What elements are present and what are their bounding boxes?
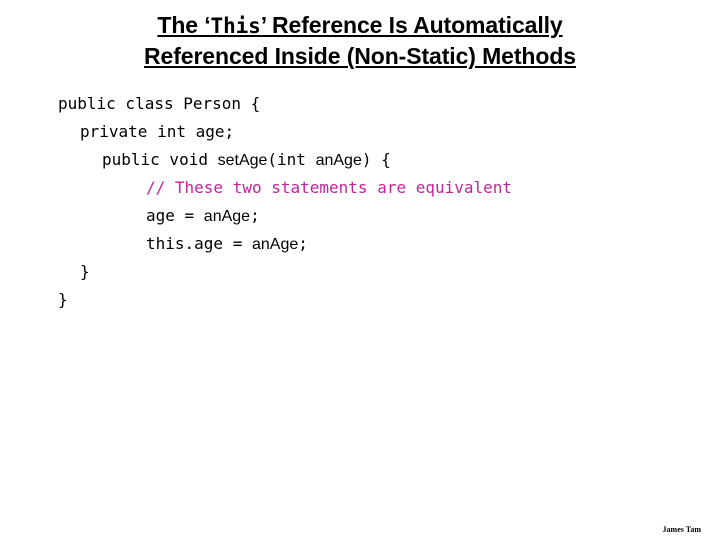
code-token: this.age = [146,234,252,253]
code-line: age = anAge; [58,202,678,230]
code-identifier: anAge [315,152,362,169]
code-token: public class Person { [58,94,261,113]
code-token: } [58,290,68,309]
code-line: } [58,258,678,286]
code-token: ; [298,234,308,253]
page-title-keyword-this: This [210,14,261,38]
page-title-line-1-suffix: ’ Reference Is Automatically [260,12,563,38]
code-token: ; [250,206,260,225]
page-title-line-2: Referenced Inside (Non-Static) Methods [144,43,576,69]
code-token: } [80,262,90,281]
code-token: private int age; [80,122,235,141]
code-token: public void [102,150,218,169]
page-title-line-1: The ‘This’ Reference Is Automatically [36,10,684,41]
code-line: public void setAge(int anAge) { [58,146,678,174]
code-line: public class Person { [58,90,678,118]
page-title: The ‘This’ Reference Is Automatically Re… [36,10,684,71]
code-listing: public class Person { private int age; pub… [58,90,678,314]
code-identifier: setAge [217,152,268,169]
code-token: age = [146,206,204,225]
code-line: private int age; [58,118,678,146]
slide-canvas: The ‘This’ Reference Is Automatically Re… [0,0,720,540]
code-identifier: anAge [251,236,299,253]
code-line: } [58,286,678,314]
code-identifier: anAge [203,208,251,225]
code-line: // These two statements are equivalent [58,174,678,202]
code-token: ) { [361,150,391,169]
page-title-line-1-prefix: The ‘ [157,12,211,38]
code-line: this.age = anAge; [58,230,678,258]
author-signature: James Tam [662,525,701,534]
code-comment: // These two statements are equivalent [146,178,513,197]
code-token: (int [267,150,316,169]
